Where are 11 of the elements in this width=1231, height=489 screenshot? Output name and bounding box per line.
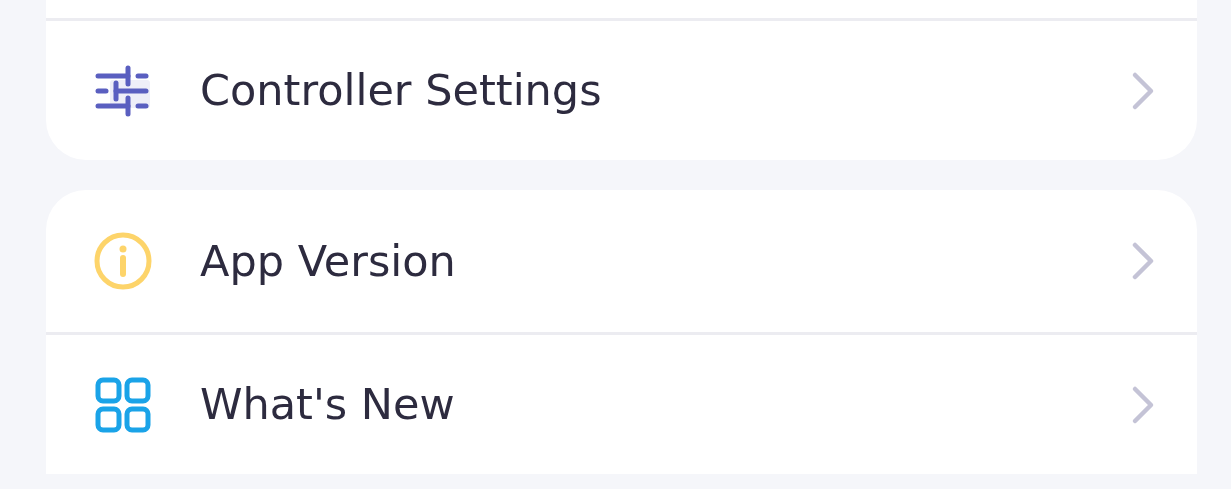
chevron-right-icon	[1131, 384, 1155, 425]
row-label: What's New	[200, 378, 456, 432]
grid-icon	[94, 375, 152, 434]
settings-row[interactable]: App Version	[46, 190, 1197, 332]
row-label: Controller Settings	[200, 64, 603, 118]
settings-row[interactable]: What's New	[46, 332, 1197, 474]
chevron-right-icon	[1131, 241, 1155, 281]
settings-row[interactable]: Controller Settings	[46, 18, 1197, 160]
chevron-right-icon	[1131, 70, 1155, 111]
info-icon	[94, 232, 152, 290]
row-label: App Version	[200, 234, 457, 288]
